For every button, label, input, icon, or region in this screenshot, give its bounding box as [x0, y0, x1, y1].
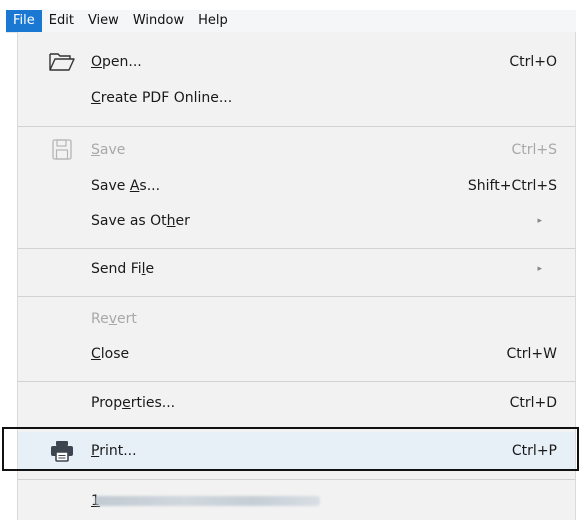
menu-help[interactable]: Help [191, 10, 235, 32]
shortcut-label: Ctrl+P [511, 443, 557, 459]
recent-file-name-redacted [95, 496, 320, 506]
shortcut-label: Ctrl+D [509, 395, 557, 411]
menu-separator [18, 381, 575, 382]
menu-separator [18, 428, 575, 429]
menu-edit[interactable]: Edit [42, 10, 81, 32]
menu-item-send-file[interactable]: Send File ▸ [18, 251, 575, 287]
menu-item-label: Save as Other [91, 213, 190, 229]
menu-item-save-as-other[interactable]: Save as Other ▸ [18, 203, 575, 239]
menu-item-open[interactable]: Open... Ctrl+O [18, 44, 575, 80]
menu-item-label: Open... [91, 54, 142, 70]
menu-item-close[interactable]: Close Ctrl+W [18, 336, 575, 372]
file-menu-dropdown: Open... Ctrl+O Create PDF Online... Save… [17, 32, 576, 520]
submenu-arrow-icon: ▸ [537, 264, 542, 274]
menu-separator [18, 248, 575, 249]
menu-item-label: Save As... [91, 178, 161, 194]
menu-separator [18, 479, 575, 480]
menu-item-label: Properties... [91, 395, 176, 411]
shortcut-label: Ctrl+O [509, 54, 557, 70]
submenu-arrow-icon: ▸ [537, 216, 542, 226]
menu-item-label: Close [91, 346, 130, 362]
menu-item-label: Send File [91, 261, 155, 277]
menu-item-label: Revert [91, 311, 137, 327]
menu-item-create-pdf-online[interactable]: Create PDF Online... [18, 80, 575, 116]
menu-separator [18, 296, 575, 297]
shortcut-label: Shift+Ctrl+S [467, 178, 557, 194]
menu-separator [18, 126, 575, 127]
menu-view[interactable]: View [81, 10, 126, 32]
folder-open-icon [48, 51, 76, 73]
menu-item-label: Print... [91, 443, 137, 459]
shortcut-label: Ctrl+S [511, 142, 557, 158]
printer-icon [48, 440, 76, 462]
menu-item-save: Save Ctrl+S [18, 132, 575, 168]
menu-item-properties[interactable]: Properties... Ctrl+D [18, 385, 575, 421]
menu-bar: File Edit View Window Help [6, 10, 576, 33]
menu-window[interactable]: Window [126, 10, 191, 32]
menu-item-label: Create PDF Online... [91, 90, 233, 106]
floppy-disk-icon [48, 139, 76, 161]
menu-file[interactable]: File [6, 10, 42, 32]
menu-item-print[interactable]: Print... Ctrl+P [18, 432, 575, 470]
menu-item-revert: Revert [18, 301, 575, 337]
menu-item-save-as[interactable]: Save As... Shift+Ctrl+S [18, 168, 575, 204]
shortcut-label: Ctrl+W [506, 346, 557, 362]
menu-item-label: Save [91, 142, 126, 158]
